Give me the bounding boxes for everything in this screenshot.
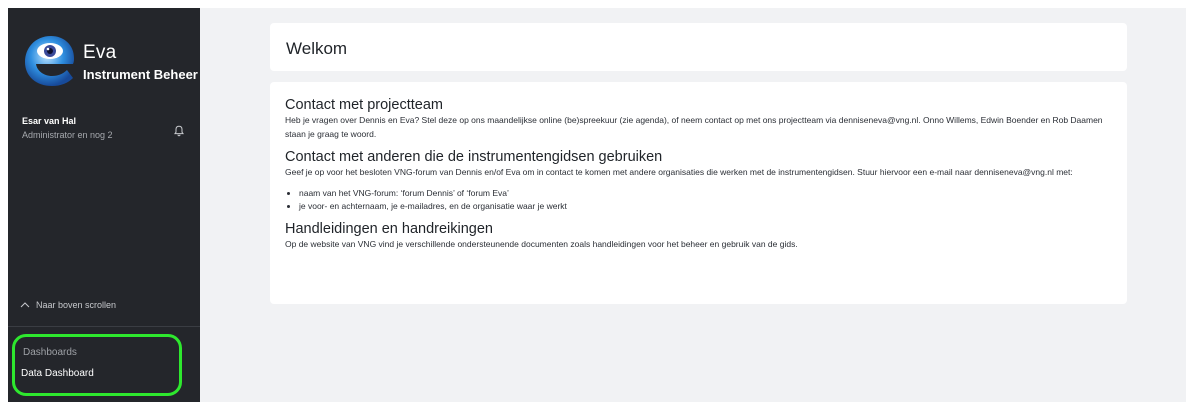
- bullet-list: naam van het VNG-forum: ‘forum Dennis’ o…: [285, 187, 1115, 213]
- list-item: je voor- en achternaam, je e-mailadres, …: [299, 200, 1115, 213]
- section-title: Contact met anderen die de instrumenteng…: [285, 149, 663, 165]
- sidebar: Eva Instrument Beheer Esar van Hal Admin…: [8, 8, 200, 402]
- user-name[interactable]: Esar van Hal: [22, 116, 76, 126]
- section-body: Heb je vragen over Dennis en Eva? Stel d…: [285, 115, 1103, 139]
- page-title: Welkom: [286, 39, 348, 58]
- eva-logo-icon: [25, 36, 74, 86]
- main-content: Welkom Contact met projectteam Heb je vr…: [200, 8, 1186, 402]
- sidebar-item-data-dashboard[interactable]: Data Dashboard: [21, 368, 94, 379]
- user-role: Administrator en nog 2: [22, 130, 113, 140]
- welcome-card: Welkom: [270, 23, 1127, 71]
- dashboards-highlight: [12, 334, 182, 396]
- section-handleidingen: Handleidingen en handreikingen Op de web…: [285, 220, 1115, 252]
- bell-icon: [174, 125, 184, 137]
- section-anderen: Contact met anderen die de instrumenteng…: [285, 148, 1115, 213]
- list-item: naam van het VNG-forum: ‘forum Dennis’ o…: [299, 187, 1115, 200]
- app-logo[interactable]: Eva Instrument Beheer: [23, 32, 198, 92]
- app-name: Eva: [83, 42, 117, 63]
- section-title: Contact met projectteam: [285, 97, 443, 113]
- app-subtitle: Instrument Beheer: [83, 67, 198, 82]
- scroll-to-top-label: Naar boven scrollen: [36, 300, 117, 310]
- dashboards-heading: Dashboards: [23, 347, 77, 358]
- section-title: Handleidingen en handreikingen: [285, 220, 493, 237]
- section-body: Op de website van VNG vind je verschille…: [285, 238, 798, 249]
- scroll-to-top-button[interactable]: Naar boven scrollen: [20, 297, 116, 313]
- section-body: Geef je op voor het besloten VNG-forum v…: [285, 167, 1073, 177]
- info-card: Contact met projectteam Heb je vragen ov…: [270, 82, 1127, 304]
- sidebar-divider: [8, 326, 200, 327]
- app-window: Eva Instrument Beheer Esar van Hal Admin…: [0, 0, 1186, 402]
- chevron-up-icon: [20, 302, 30, 308]
- section-projectteam: Contact met projectteam Heb je vragen ov…: [285, 96, 1115, 141]
- notifications-button[interactable]: [172, 124, 186, 138]
